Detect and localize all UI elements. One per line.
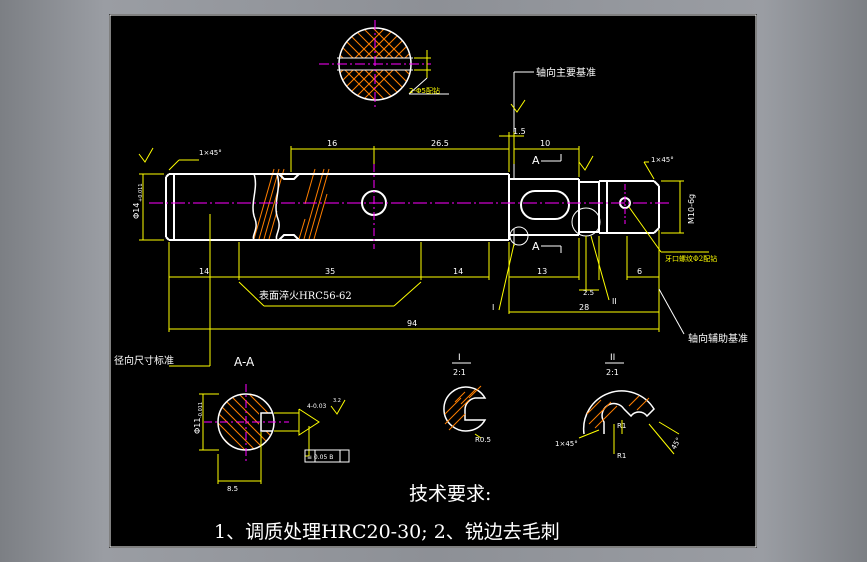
- detail-II-title: II: [610, 353, 615, 363]
- detail-I-title: I: [458, 353, 461, 363]
- dia-left: Φ14: [132, 203, 141, 219]
- thread-dim: M10-6g: [687, 194, 696, 224]
- dim-6: 6: [637, 267, 642, 276]
- drawing-canvas[interactable]: 2-Φ5配钻 轴向主要基准 16 26.5 1.5 10 1×45° 1×45°…: [109, 14, 757, 548]
- detail-I-scale: 2:1: [453, 368, 466, 377]
- section-dia-tol: -0.011: [198, 402, 204, 418]
- hardening-note: 表面淬火HRC56-62: [259, 289, 352, 302]
- detail-I-view: [443, 385, 487, 439]
- section-width: 8.5: [227, 485, 238, 493]
- roughness-symbol-top: [510, 99, 526, 113]
- axial-main-datum-label: 轴向主要基准: [536, 66, 596, 79]
- radius-1a: R1: [617, 422, 626, 430]
- dim-16: 16: [327, 139, 337, 148]
- thread-hole-leader: [628, 206, 709, 253]
- dim-13: 13: [537, 267, 547, 276]
- dim-14a: 14: [199, 267, 209, 276]
- dim-28: 28: [579, 303, 589, 312]
- engineering-drawing: 2-Φ5配钻 轴向主要基准 16 26.5 1.5 10 1×45° 1×45°…: [109, 14, 757, 548]
- thread-hole-label: 牙口螺纹Φ2配钻: [665, 254, 717, 263]
- section-dia: Φ11: [193, 418, 202, 434]
- radius-1b: R1: [617, 452, 626, 460]
- radial-datum-label: 径向尺寸标准: [114, 354, 174, 367]
- dim-26-5: 26.5: [431, 139, 449, 148]
- dia-left-tol: +0.011: [138, 183, 144, 202]
- detail-II-view: [578, 390, 680, 455]
- mark-I: I: [492, 303, 494, 312]
- radius-05: R0.5: [475, 436, 491, 444]
- chamfer-detail: 1×45°: [555, 440, 578, 448]
- datum-leader-main: [513, 71, 534, 164]
- chamfer-right: 1×45°: [651, 156, 674, 164]
- dim-14b: 14: [453, 267, 463, 276]
- axial-aux-leader: [658, 288, 685, 335]
- dim-10: 10: [540, 139, 550, 148]
- mark-II: II: [612, 297, 617, 306]
- keyway-tol: 4-0.03: [307, 403, 327, 410]
- dim-2-5: 2.5: [583, 289, 594, 297]
- top-section-view: [319, 20, 449, 110]
- dim-1-5: 1.5: [513, 127, 526, 136]
- section-a-top: A: [532, 154, 540, 167]
- section-a-a: [199, 384, 350, 484]
- tech-title: 技术要求:: [409, 483, 491, 505]
- tech-requirements: 1、调质处理HRC20-30; 2、锐边去毛刺: [214, 521, 560, 543]
- chamfer-left: 1×45°: [199, 149, 222, 157]
- dim-94: 94: [407, 319, 417, 328]
- section-hole-label: 2-Φ5配钻: [409, 86, 440, 95]
- dim-35: 35: [325, 267, 335, 276]
- section-a-bottom: A: [532, 240, 540, 253]
- section-title: A-A: [234, 355, 255, 369]
- axial-aux-datum-label: 轴向辅助基准: [688, 332, 748, 345]
- angle-45: 45°: [670, 436, 683, 451]
- detail-II-scale: 2:1: [606, 368, 619, 377]
- roughness-value: 3.2: [333, 398, 341, 404]
- tolerance-box: ≡ 0.05 B: [307, 454, 333, 461]
